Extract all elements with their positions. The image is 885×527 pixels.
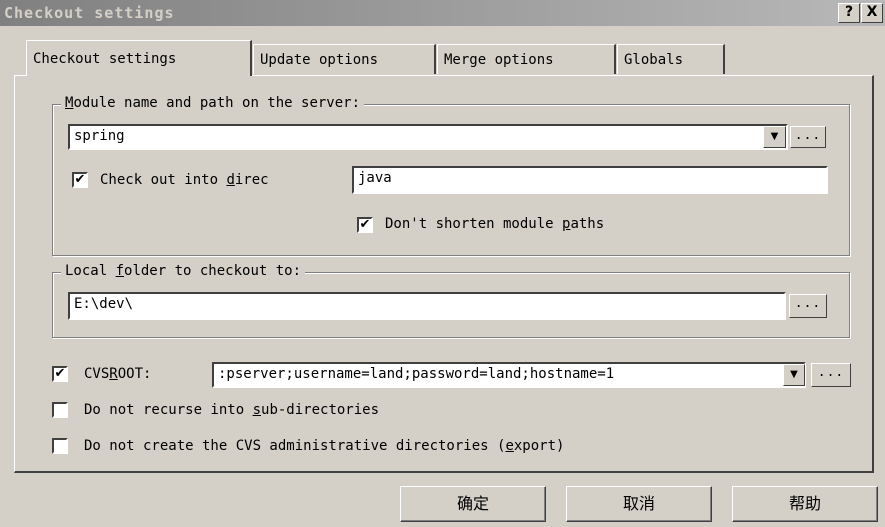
- export-checkbox[interactable]: [52, 438, 68, 454]
- local-folder-value: E:\dev\: [74, 296, 134, 312]
- checkout-into-label: Check out into direc: [100, 172, 269, 188]
- local-folder-input[interactable]: E:\dev\: [68, 292, 786, 320]
- help-button[interactable]: 帮助: [732, 486, 878, 522]
- cvsroot-label: CVSROOT:: [84, 366, 152, 382]
- tab-label: Globals: [624, 52, 684, 68]
- chevron-down-icon: ▼: [770, 131, 779, 142]
- cvsroot-value: :pserver;username=land;password=land;hos…: [218, 366, 615, 382]
- module-name-combobox[interactable]: spring: [68, 124, 788, 150]
- no-recurse-checkbox[interactable]: [52, 402, 68, 418]
- cvsroot-checkbox[interactable]: ✔: [52, 366, 68, 382]
- checkout-into-checkbox[interactable]: ✔: [72, 172, 88, 188]
- export-label: Do not create the CVS administrative dir…: [84, 438, 565, 454]
- module-group-legend: Module name and path on the server:: [61, 95, 365, 111]
- tab-label: Merge options: [444, 52, 554, 68]
- local-folder-legend: Local folder to checkout to:: [61, 263, 306, 279]
- cvsroot-combobox[interactable]: :pserver;username=land;password=land;hos…: [212, 362, 806, 388]
- module-dropdown-button[interactable]: ▼: [763, 126, 786, 148]
- checkout-directory-input[interactable]: java: [352, 166, 828, 194]
- window-title: Checkout settings: [4, 4, 175, 22]
- checkout-directory-value: java: [358, 170, 392, 186]
- cvsroot-browse-button[interactable]: ...: [811, 363, 851, 387]
- tab-update-options[interactable]: Update options: [253, 44, 436, 74]
- tab-label: Checkout settings: [33, 51, 177, 67]
- module-browse-button[interactable]: ...: [790, 126, 826, 148]
- help-title-button[interactable]: ?: [838, 3, 860, 23]
- cvsroot-dropdown-button[interactable]: ▼: [783, 364, 805, 386]
- close-title-button[interactable]: X: [861, 3, 883, 23]
- no-recurse-label: Do not recurse into sub-directories: [84, 402, 380, 418]
- chevron-down-icon: ▼: [790, 369, 798, 380]
- module-name-value: spring: [74, 128, 125, 144]
- tab-checkout-settings[interactable]: Checkout settings: [26, 40, 252, 76]
- dont-shorten-label: Don't shorten module paths: [385, 216, 605, 232]
- tab-globals[interactable]: Globals: [617, 44, 725, 74]
- tab-label: Update options: [260, 52, 379, 68]
- ok-button[interactable]: 确定: [400, 486, 546, 522]
- title-bar: Checkout settings ? X: [0, 0, 885, 26]
- cancel-button[interactable]: 取消: [566, 486, 712, 522]
- local-folder-browse-button[interactable]: ...: [789, 294, 827, 318]
- tab-merge-options[interactable]: Merge options: [437, 44, 616, 74]
- dont-shorten-checkbox[interactable]: ✔: [357, 217, 373, 233]
